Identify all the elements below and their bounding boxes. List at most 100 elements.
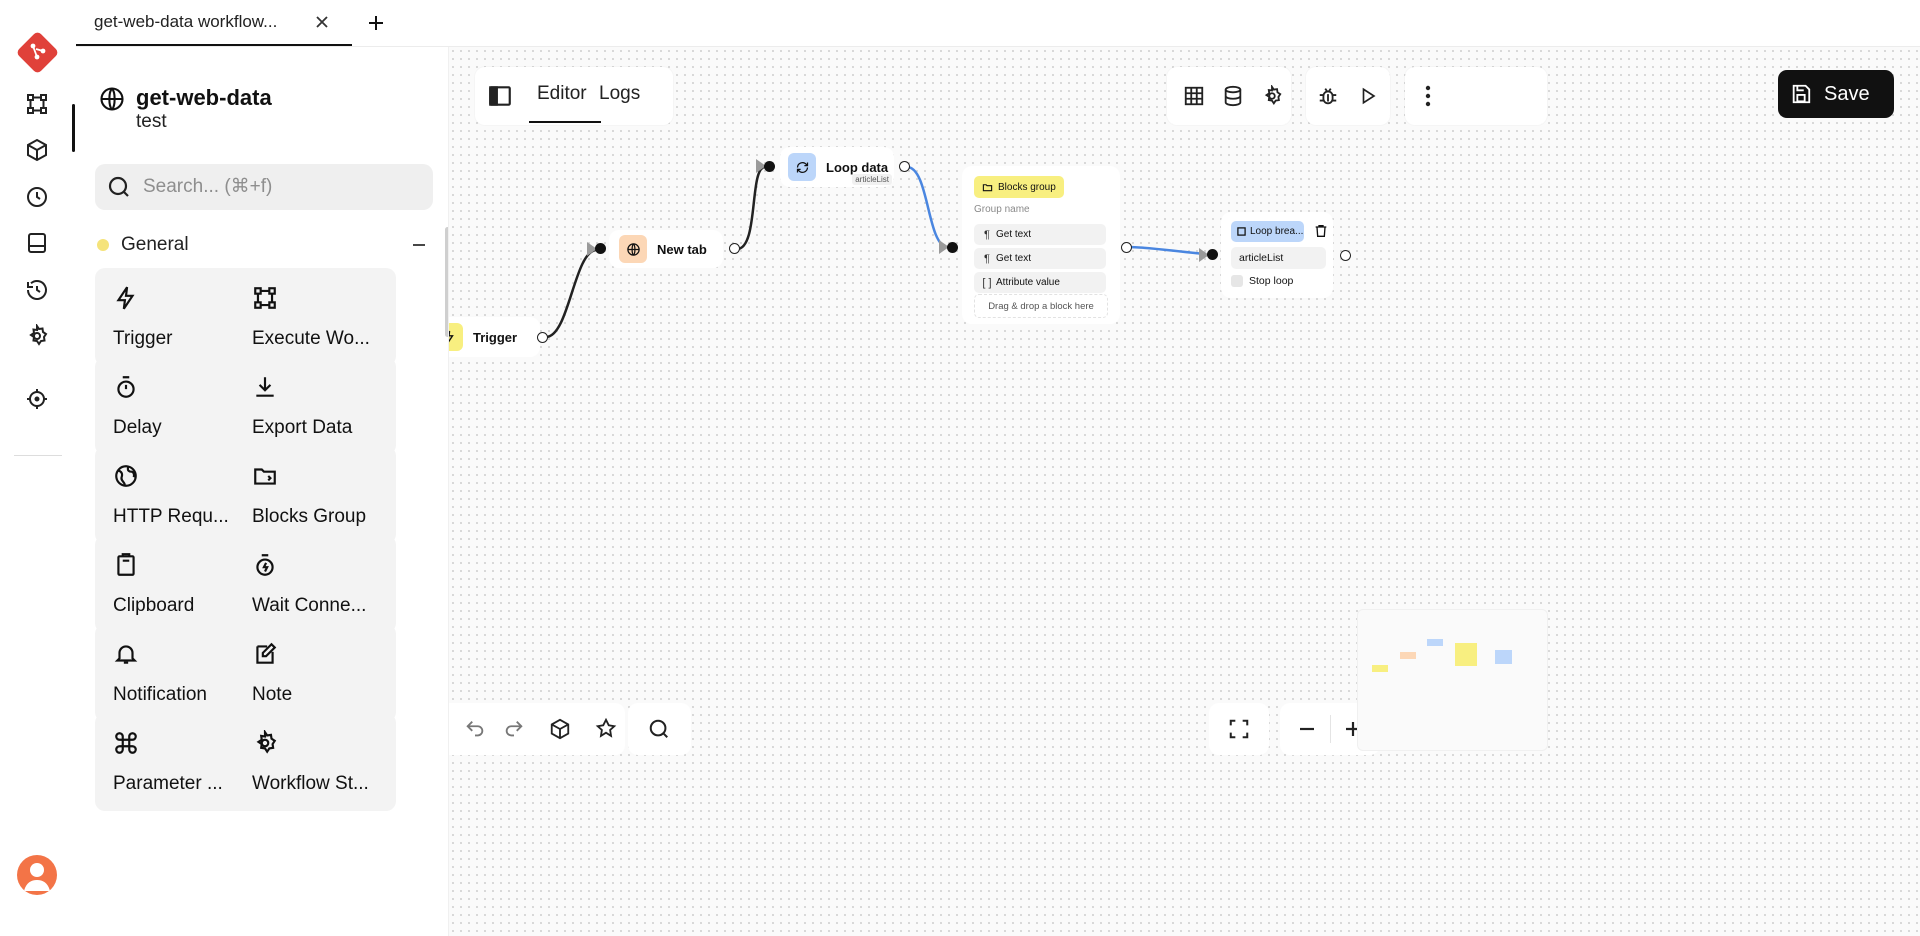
history-icon[interactable] [18, 271, 56, 309]
blocks-panel: get-web-data test General Trigger Execut… [76, 47, 449, 936]
redo-icon[interactable] [495, 710, 533, 748]
search-icon [108, 176, 129, 197]
lightning-icon [116, 286, 135, 310]
block-clipboard[interactable]: Clipboard [95, 535, 257, 633]
settings-icon[interactable] [18, 317, 56, 355]
history-toolbar [449, 703, 625, 755]
block-wait-connection[interactable]: Wait Conne... [234, 535, 396, 633]
workflow-description: test [136, 111, 167, 132]
category-label: General [121, 234, 189, 255]
output-port[interactable] [537, 332, 548, 343]
globe-icon [98, 85, 126, 113]
app-logo[interactable] [15, 30, 60, 75]
node-loop-data[interactable]: Loop data articleList [780, 147, 894, 187]
input-port[interactable] [1207, 249, 1218, 260]
packages-icon[interactable] [18, 131, 56, 169]
group-item-get-text[interactable]: ¶ Get text [974, 224, 1106, 245]
schedule-icon[interactable] [18, 178, 56, 216]
drop-zone[interactable]: Drag & drop a block here [974, 294, 1108, 318]
loop-data-tag: articleList [852, 174, 892, 185]
loop-breakpoint-title: Loop brea... [1250, 226, 1304, 237]
edge-newtab-loopdata [736, 165, 766, 251]
loop-breakpoint-badge: Loop brea... [1231, 221, 1304, 242]
block-workflow-state[interactable]: Workflow St... [234, 713, 396, 811]
output-port[interactable] [1121, 242, 1132, 253]
minimap-node [1427, 639, 1443, 646]
checkbox[interactable] [1231, 275, 1243, 287]
zoom-out-icon[interactable] [1288, 710, 1326, 748]
node-connections [545, 165, 1207, 339]
blocks-group-title: Blocks group [998, 181, 1056, 193]
undo-icon[interactable] [456, 710, 494, 748]
group-item-label: Get text [996, 229, 1032, 240]
group-item-attribute-value[interactable]: [ ] Attribute value [974, 272, 1106, 293]
block-label: Blocks Group [252, 506, 367, 527]
crosshair-icon[interactable] [18, 380, 56, 418]
block-execute-workflow[interactable]: Execute Wo... [234, 268, 396, 366]
block-trigger[interactable]: Trigger [95, 268, 257, 366]
close-icon[interactable] [309, 9, 335, 35]
node-loop-breakpoint[interactable]: Loop brea... articleList Stop loop [1221, 212, 1333, 298]
block-label: Note [252, 684, 293, 705]
block-label: Notification [113, 684, 207, 705]
trash-icon[interactable] [1313, 223, 1329, 239]
rail-active-indicator [72, 104, 75, 152]
block-note[interactable]: Note [234, 624, 396, 722]
node-new-tab[interactable]: New tab [609, 230, 723, 268]
block-notification[interactable]: Notification [95, 624, 257, 722]
group-item-get-text[interactable]: ¶ Get text [974, 248, 1106, 269]
group-item-label: Get text [996, 253, 1032, 264]
input-port[interactable] [595, 243, 606, 254]
storage-icon[interactable] [18, 224, 56, 262]
block-search [95, 164, 433, 210]
add-tab-icon[interactable] [362, 9, 390, 37]
paragraph-icon: ¶ [984, 228, 990, 241]
block-label: Workflow St... [252, 773, 369, 794]
block-label: Parameter ... [113, 773, 223, 794]
node-trigger[interactable]: Trigger [449, 317, 540, 357]
node-blocks-group[interactable]: Blocks group Group name ¶ Get text ¶ Get… [962, 166, 1120, 324]
block-delay[interactable]: Delay [95, 357, 257, 455]
input-port[interactable] [947, 242, 958, 253]
block-blocks-group[interactable]: Blocks Group [234, 446, 396, 544]
fit-view-toolbar [1209, 703, 1269, 755]
node-label: New tab [657, 241, 707, 257]
minimap[interactable] [1357, 609, 1548, 751]
block-label: Export Data [252, 417, 353, 438]
clipboard-icon [117, 553, 135, 576]
block-label: Trigger [113, 328, 173, 349]
loop-id-input[interactable]: articleList [1231, 247, 1326, 269]
timer-icon [256, 554, 274, 576]
zoom-divider [1330, 715, 1331, 743]
output-port[interactable] [729, 243, 740, 254]
package-icon[interactable] [541, 710, 579, 748]
input-port[interactable] [764, 161, 775, 172]
fullscreen-icon[interactable] [1220, 710, 1258, 748]
node-label: Trigger [473, 329, 518, 345]
block-label: Execute Wo... [252, 328, 370, 349]
magic-icon[interactable] [587, 710, 625, 748]
stopwatch-icon [117, 376, 135, 398]
block-parameter-prompt[interactable]: Parameter ... [95, 713, 257, 811]
stop-loop-checkbox[interactable]: Stop loop [1231, 275, 1293, 287]
block-http-request[interactable]: HTTP Requ... [95, 446, 257, 544]
group-item-label: Attribute value [996, 277, 1060, 288]
collapse-icon[interactable] [407, 233, 431, 257]
search-icon[interactable] [640, 710, 678, 748]
search-input[interactable] [141, 175, 425, 199]
category-general[interactable]: General [95, 230, 433, 260]
output-port[interactable] [1340, 250, 1351, 261]
search-toolbar [628, 703, 691, 755]
user-avatar[interactable] [17, 855, 57, 895]
folder-icon [254, 468, 276, 485]
edge-group-loopbreak [1127, 245, 1207, 256]
block-export-data[interactable]: Export Data [234, 357, 396, 455]
workflows-icon[interactable] [18, 85, 56, 123]
block-label: Wait Conne... [252, 595, 367, 616]
workflow-canvas[interactable]: Editor Logs Save Trigger New tab Loop da… [449, 47, 1920, 936]
workflow-icon [254, 287, 276, 309]
stop-loop-label: Stop loop [1249, 275, 1294, 287]
minimap-node [1400, 652, 1416, 659]
output-port[interactable] [899, 161, 910, 172]
group-name-input[interactable]: Group name [974, 204, 1030, 215]
